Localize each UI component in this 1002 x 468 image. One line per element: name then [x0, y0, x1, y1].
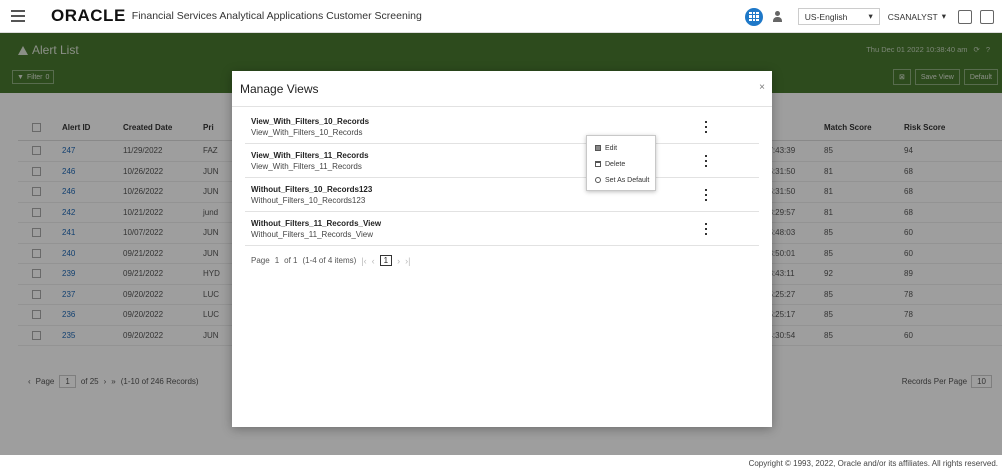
views-list: View_With_Filters_10_Records View_With_F…	[245, 110, 759, 246]
menu-item-edit[interactable]: Edit	[587, 140, 655, 156]
user-name: CSANALYST	[887, 11, 938, 22]
view-name: Without_Filters_11_Records_View	[251, 219, 382, 228]
close-icon[interactable]: ×	[759, 82, 765, 93]
view-item[interactable]: Without_Filters_10_Records123 Without_Fi…	[245, 178, 759, 212]
user-icon[interactable]	[772, 10, 784, 23]
kebab-menu-icon[interactable]	[704, 189, 708, 201]
kebab-menu-icon[interactable]	[704, 121, 708, 133]
view-description: View_With_Filters_11_Records	[251, 162, 362, 171]
view-item[interactable]: Without_Filters_11_Records_View Without_…	[245, 212, 759, 246]
apps-grid-icon[interactable]	[744, 7, 763, 26]
footer-copyright: Copyright © 1993, 2022, Oracle and/or it…	[748, 459, 998, 468]
language-value: US-English	[804, 11, 848, 22]
menu-item-label: Delete	[605, 160, 626, 168]
view-item[interactable]: View_With_Filters_10_Records View_With_F…	[245, 110, 759, 144]
view-name: View_With_Filters_10_Records	[251, 117, 370, 126]
view-name: Without_Filters_10_Records123	[251, 185, 373, 194]
view-context-menu: Edit Delete Set As Default	[586, 135, 656, 191]
view-description: View_With_Filters_10_Records	[251, 128, 363, 137]
manage-views-dialog: Manage Views × View_With_Filters_10_Reco…	[232, 71, 772, 427]
chevron-down-icon: ▾	[868, 11, 873, 21]
menu-item-label: Set As Default	[605, 176, 650, 184]
current-page-button[interactable]: 1	[379, 255, 393, 266]
view-description: Without_Filters_11_Records_View	[251, 230, 373, 239]
oracle-logo: ORACLE	[51, 6, 126, 25]
chevron-down-icon: ▾	[941, 11, 946, 21]
edit-icon	[595, 145, 601, 151]
language-select[interactable]: US-English ▾	[797, 8, 880, 25]
kebab-menu-icon[interactable]	[704, 155, 708, 167]
hamburger-menu-icon[interactable]	[11, 10, 25, 22]
pager-page-value: 1	[274, 256, 280, 265]
menu-item-set-default[interactable]: Set As Default	[587, 172, 655, 188]
trash-icon	[595, 161, 601, 167]
prev-page-icon[interactable]: ‹	[372, 256, 375, 266]
window-icon[interactable]	[980, 9, 994, 24]
menu-item-label: Edit	[605, 144, 618, 152]
pager-range: (1-4 of 4 items)	[302, 256, 357, 265]
next-page-icon[interactable]: ›	[397, 256, 400, 266]
view-description: Without_Filters_10_Records123	[251, 196, 366, 205]
menu-item-delete[interactable]: Delete	[587, 156, 655, 172]
dialog-pager: Page 1 of 1 (1-4 of 4 items) |‹ ‹ 1 › ›|	[251, 255, 410, 266]
app-title: Financial Services Analytical Applicatio…	[131, 10, 422, 22]
view-name: View_With_Filters_11_Records	[251, 151, 369, 160]
pager-of: of 1	[284, 256, 298, 265]
pager-page-label: Page	[251, 256, 270, 265]
radio-icon	[595, 177, 601, 183]
user-menu[interactable]: CSANALYST ▾	[888, 11, 946, 22]
kebab-menu-icon[interactable]	[704, 223, 708, 235]
last-page-icon[interactable]: ›|	[405, 256, 410, 266]
top-bar: ORACLE Financial Services Analytical App…	[0, 0, 1002, 33]
dialog-title: Manage Views	[232, 71, 772, 107]
view-item[interactable]: View_With_Filters_11_Records View_With_F…	[245, 144, 759, 178]
people-icon[interactable]	[958, 9, 972, 24]
first-page-icon[interactable]: |‹	[361, 256, 366, 266]
